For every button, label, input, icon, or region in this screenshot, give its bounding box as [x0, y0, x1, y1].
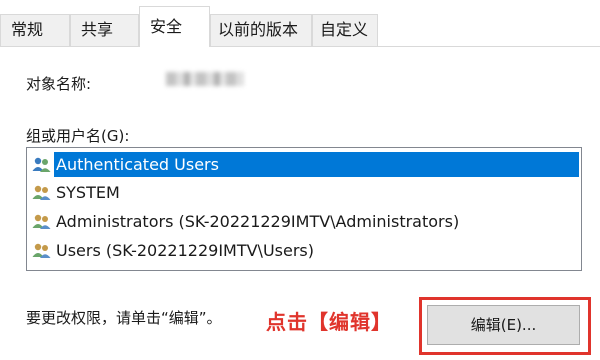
- tab-strip: 常规 共享 安全 以前的版本 自定义: [0, 0, 600, 47]
- edit-button[interactable]: 编辑(E)...: [427, 305, 580, 345]
- group-user-label: 组或用户名(G):: [26, 127, 130, 145]
- tab-sharing[interactable]: 共享: [70, 14, 139, 46]
- user-name: Authenticated Users: [54, 152, 579, 177]
- tab-previous-versions[interactable]: 以前的版本: [210, 14, 312, 46]
- user-name: SYSTEM: [56, 183, 120, 202]
- tab-security[interactable]: 安全: [139, 6, 210, 47]
- user-group-icon: [32, 185, 51, 200]
- user-group-icon: [32, 214, 51, 229]
- object-name-label: 对象名称:: [26, 75, 92, 93]
- tab-general[interactable]: 常规: [0, 14, 70, 46]
- list-item-administrators[interactable]: Administrators (SK-20221229IMTV\Administ…: [29, 209, 579, 234]
- object-name-value-redacted: [166, 72, 244, 86]
- user-group-icon: [32, 243, 51, 258]
- change-permissions-hint: 要更改权限，请单击“编辑”。: [26, 309, 222, 327]
- user-group-icon: [32, 157, 51, 172]
- tab-divider: [0, 46, 600, 47]
- annotation-callout: 点击【编辑】: [266, 310, 392, 334]
- list-item-authenticated-users[interactable]: Authenticated Users: [29, 152, 579, 177]
- user-name: Users (SK-20221229IMTV\Users): [56, 241, 314, 260]
- users-listbox[interactable]: Authenticated Users SYSTEM Administrator…: [26, 147, 582, 271]
- tab-customize[interactable]: 自定义: [312, 14, 378, 46]
- list-item-users[interactable]: Users (SK-20221229IMTV\Users): [29, 238, 579, 263]
- list-item-system[interactable]: SYSTEM: [29, 180, 579, 205]
- user-name: Administrators (SK-20221229IMTV\Administ…: [56, 212, 460, 231]
